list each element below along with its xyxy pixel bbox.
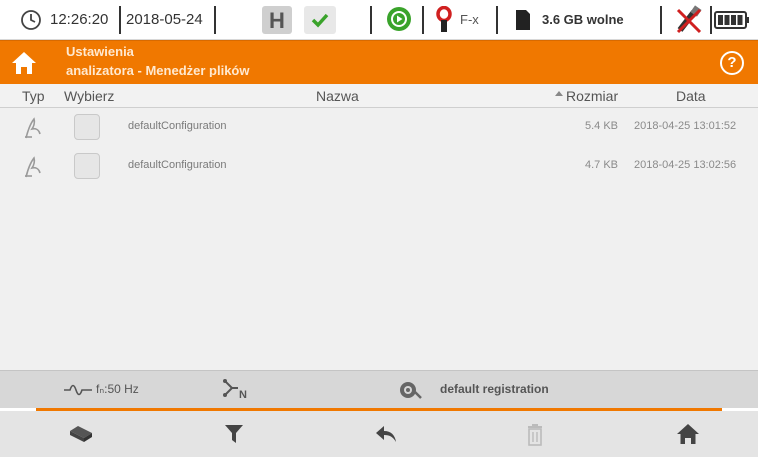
trash-icon — [528, 424, 542, 446]
clamp-label: F-x — [460, 12, 479, 27]
file-name: defaultConfiguration — [128, 159, 227, 171]
filter-button[interactable] — [213, 415, 257, 453]
file-list: defaultConfiguration 5.4 KB 2018-04-25 1… — [0, 108, 758, 370]
status-separator — [710, 6, 712, 34]
select-checkbox[interactable] — [74, 114, 100, 140]
svg-text:H: H — [269, 8, 285, 33]
status-separator — [370, 6, 372, 34]
back-arrow-icon — [376, 426, 396, 442]
sort-indicator-icon — [555, 91, 563, 96]
file-name: defaultConfiguration — [128, 120, 227, 132]
file-date: 2018-04-25 13:01:52 — [634, 120, 737, 132]
home-icon — [677, 424, 699, 444]
page-title-line2: analizatora - Menedżer plików — [66, 63, 250, 77]
column-date[interactable]: Data — [676, 88, 706, 104]
file-table-header: Typ Wybierz Nazwa Rozmiar Data — [0, 84, 758, 108]
frequency-label: fₙ:50 Hz — [96, 382, 139, 396]
status-time: 12:26:20 — [50, 11, 109, 28]
page-header: Ustawienia analizatora - Menedżer plików… — [0, 40, 758, 84]
clamp-icon — [436, 6, 452, 32]
storage-button[interactable] — [58, 415, 102, 453]
page-title-line1: Ustawienia — [66, 44, 134, 59]
filter-icon — [225, 425, 243, 443]
config-file-icon — [25, 156, 41, 178]
check-button[interactable] — [304, 6, 336, 34]
sd-card-icon — [516, 10, 530, 30]
battery-icon — [714, 11, 749, 29]
config-file-icon — [25, 117, 41, 139]
registration-label: default registration — [440, 382, 549, 396]
select-checkbox[interactable] — [74, 153, 100, 179]
file-size: 4.7 KB — [584, 159, 618, 171]
status-separator — [119, 6, 121, 34]
column-type[interactable]: Typ — [22, 88, 45, 104]
file-size: 5.4 KB — [584, 120, 618, 132]
network-type-icon: N — [223, 379, 247, 401]
status-separator — [660, 6, 662, 34]
bottom-toolbar — [0, 411, 758, 457]
back-button[interactable] — [364, 415, 408, 453]
table-row[interactable]: defaultConfiguration 5.4 KB 2018-04-25 1… — [0, 108, 758, 148]
status-separator — [214, 6, 216, 34]
save-button[interactable]: H — [262, 6, 292, 34]
svg-text:N: N — [239, 389, 247, 401]
save-icon: H — [269, 8, 285, 33]
sine-wave-icon — [64, 384, 92, 396]
status-separator — [496, 6, 498, 34]
column-size[interactable]: Rozmiar — [566, 88, 618, 104]
info-bar: fₙ:50 Hz N default registration — [0, 370, 758, 408]
storage-icon — [70, 426, 92, 442]
column-select[interactable]: Wybierz — [64, 88, 114, 104]
play-icon — [387, 7, 411, 31]
status-separator — [422, 6, 424, 34]
status-date: 2018-05-24 — [126, 11, 203, 28]
file-date: 2018-04-25 13:02:56 — [634, 159, 737, 171]
help-icon[interactable]: ? — [720, 51, 744, 75]
registration-icon — [400, 382, 422, 399]
clock-icon — [21, 10, 41, 30]
check-icon — [311, 13, 329, 28]
home-icon[interactable] — [10, 49, 38, 77]
column-name[interactable]: Nazwa — [316, 88, 359, 104]
table-row[interactable]: defaultConfiguration 4.7 KB 2018-04-25 1… — [0, 147, 758, 187]
usb-icon — [676, 5, 702, 34]
delete-button[interactable] — [515, 415, 559, 453]
status-bar: 12:26:20 2018-05-24 H F-x 3.6 GB wolne — [0, 0, 758, 40]
home-button[interactable] — [666, 415, 710, 453]
free-space: 3.6 GB wolne — [542, 12, 624, 27]
